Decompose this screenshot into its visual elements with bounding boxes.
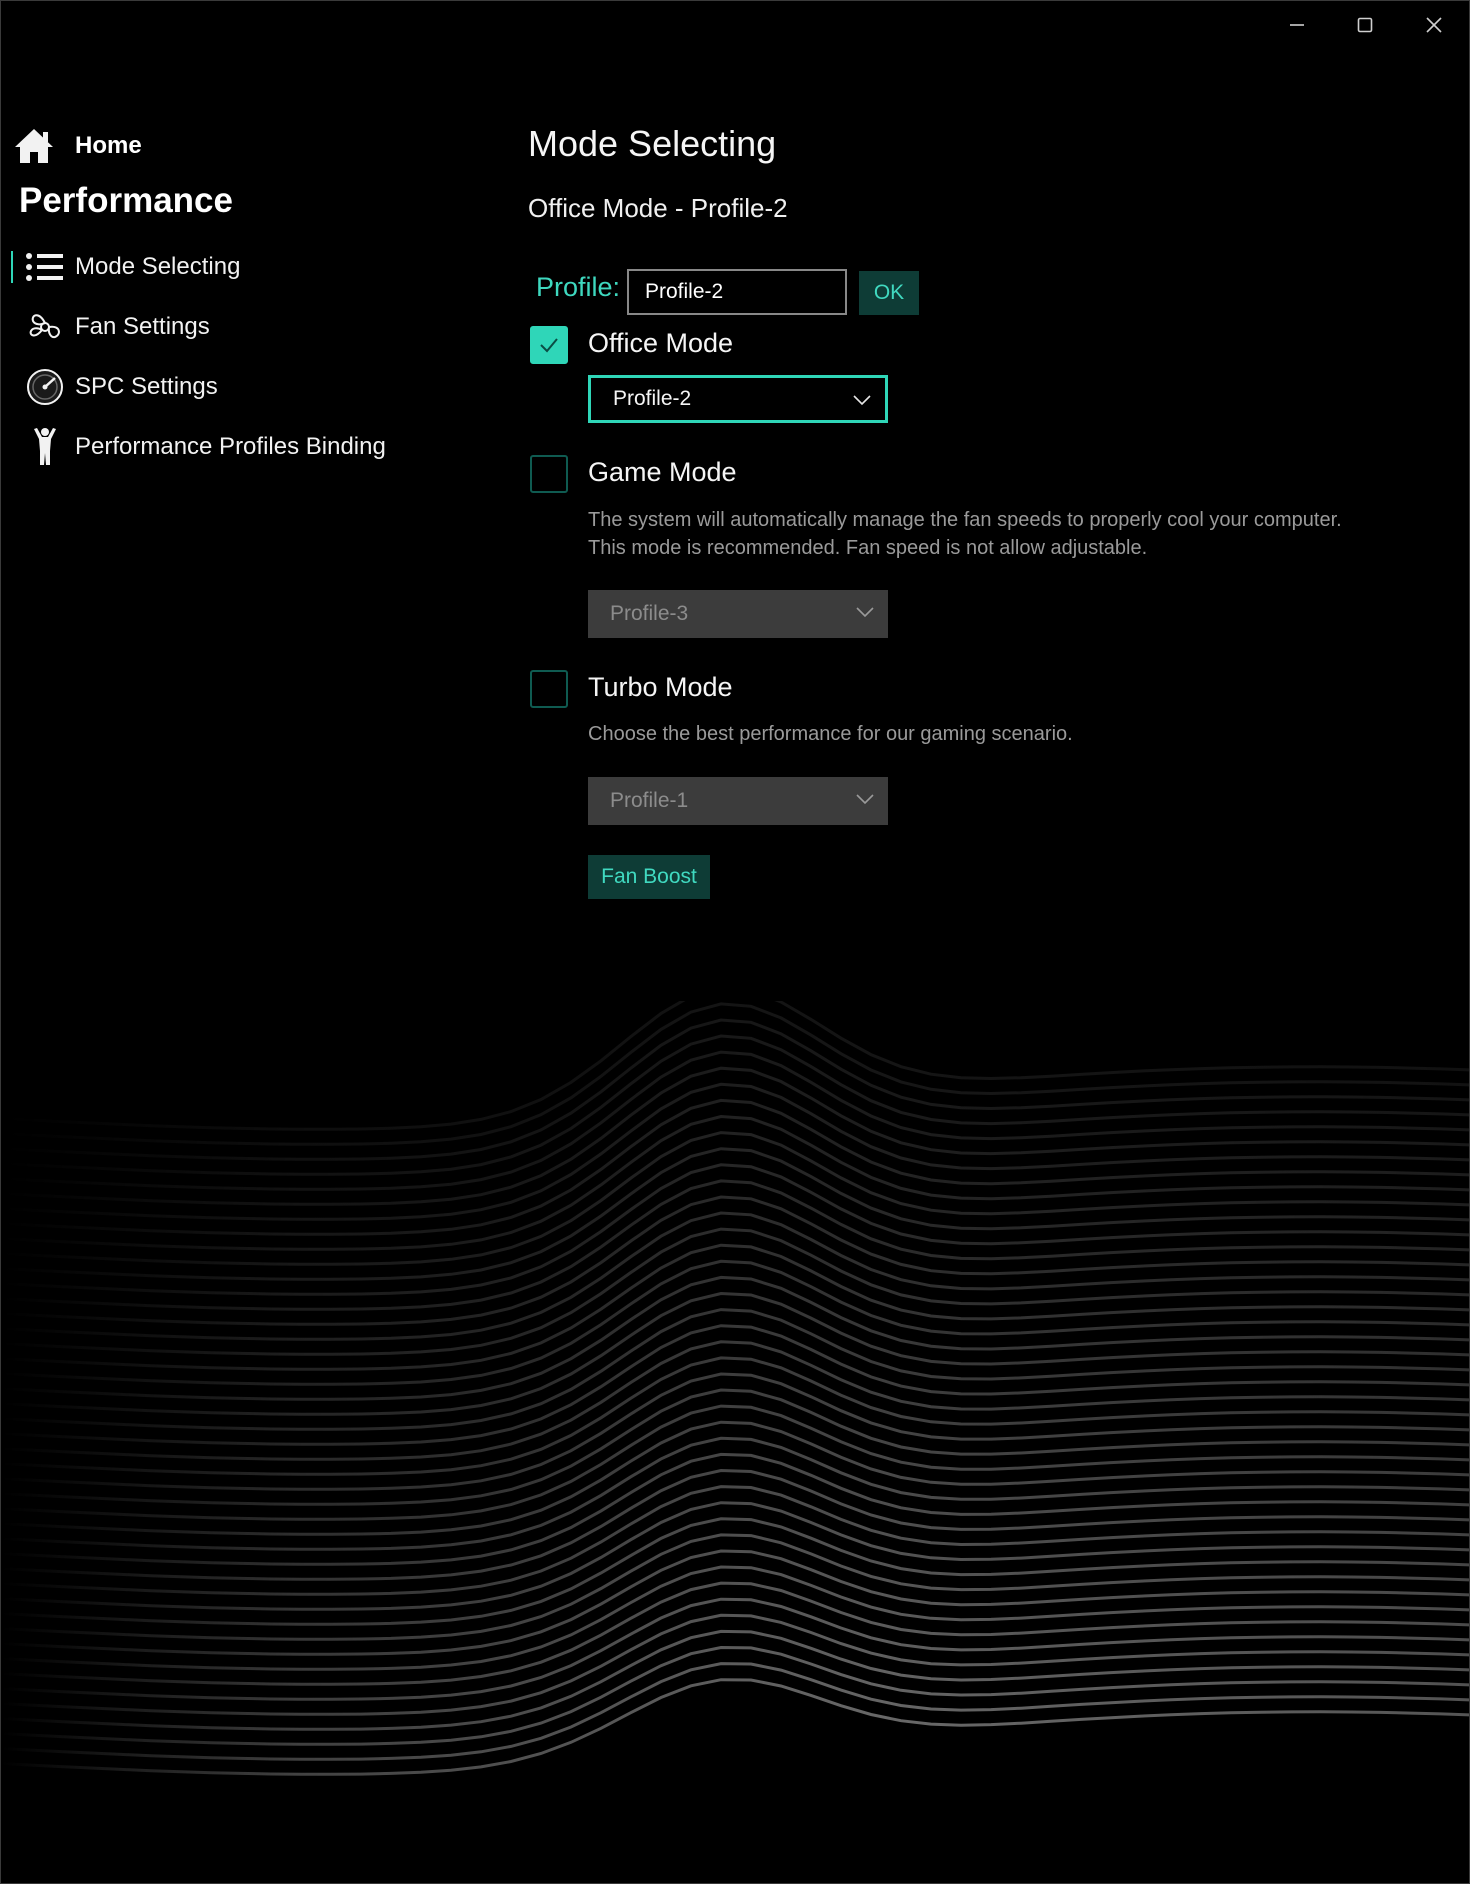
wave-line — [1, 1002, 1469, 1146]
page-title: Mode Selecting — [528, 123, 777, 164]
wave-line — [1, 1018, 1469, 1161]
turbo-mode-description: Choose the best performance for our gami… — [588, 720, 1073, 748]
wave-line — [1, 1034, 1469, 1176]
fan-icon — [21, 303, 69, 351]
chevron-down-icon — [853, 395, 871, 406]
selected-value: Profile-1 — [610, 789, 689, 812]
sidebar-item-label: Fan Settings — [75, 313, 210, 340]
turbo-mode-label: Turbo Mode — [588, 672, 733, 702]
home-icon — [15, 129, 53, 163]
chevron-down-icon — [856, 794, 874, 805]
sidebar-item-label: Mode Selecting — [75, 253, 241, 280]
sidebar-item-mode-selecting[interactable]: Mode Selecting — [11, 243, 471, 291]
description-line: Choose the best performance for our gami… — [588, 723, 1073, 745]
maximize-icon — [1357, 17, 1373, 33]
wave-line — [1, 1050, 1469, 1191]
ok-button[interactable]: OK — [859, 271, 919, 315]
chevron-down-icon — [856, 607, 874, 618]
wave-line — [1, 1066, 1469, 1206]
fan-boost-button[interactable]: Fan Boost — [588, 855, 710, 899]
turbo-mode-profile-select[interactable]: Profile-1 — [588, 777, 888, 825]
maximize-button[interactable] — [1334, 5, 1396, 45]
app-window: Home Performance Mode Selecting Fan Sett… — [0, 0, 1470, 1884]
game-mode-label: Game Mode — [588, 457, 737, 487]
home-label: Home — [75, 132, 142, 159]
list-icon — [21, 243, 69, 291]
office-mode-label: Office Mode — [588, 328, 734, 358]
description-line: This mode is recommended. Fan speed is n… — [588, 537, 1148, 559]
person-icon — [21, 423, 69, 471]
sidebar-item-label: SPC Settings — [75, 373, 218, 400]
game-mode-profile-select[interactable]: Profile-3 — [588, 590, 888, 638]
minimize-icon — [1290, 24, 1304, 26]
description-line: The system will automatically manage the… — [588, 509, 1342, 531]
profile-name-input[interactable] — [627, 269, 847, 315]
game-mode-description: The system will automatically manage the… — [588, 506, 1342, 562]
sidebar-item-label: Performance Profiles Binding — [75, 433, 386, 460]
home-link[interactable]: Home — [13, 121, 142, 171]
turbo-mode-checkbox[interactable] — [530, 670, 568, 708]
office-mode-checkbox[interactable] — [530, 326, 568, 364]
current-mode-subtitle: Office Mode - Profile-2 — [528, 193, 788, 223]
section-title: Performance — [19, 181, 233, 220]
game-mode-checkbox[interactable] — [530, 455, 568, 493]
minimize-button[interactable] — [1266, 5, 1328, 45]
close-icon — [1426, 17, 1442, 33]
office-mode-profile-select[interactable]: Profile-2 — [588, 375, 888, 423]
selected-value: Profile-2 — [613, 387, 692, 410]
wave-line — [1, 1645, 1469, 1746]
close-button[interactable] — [1403, 5, 1465, 45]
profile-label: Profile: — [536, 272, 621, 302]
gauge-icon — [21, 363, 69, 411]
wave-background — [1, 1001, 1469, 1776]
sidebar-item-spc-settings[interactable]: SPC Settings — [11, 363, 471, 411]
sidebar-item-performance-profiles-binding[interactable]: Performance Profiles Binding — [11, 423, 471, 471]
checkmark-icon — [540, 338, 558, 353]
sidebar-item-fan-settings[interactable]: Fan Settings — [11, 303, 471, 351]
selected-value: Profile-3 — [610, 602, 689, 625]
